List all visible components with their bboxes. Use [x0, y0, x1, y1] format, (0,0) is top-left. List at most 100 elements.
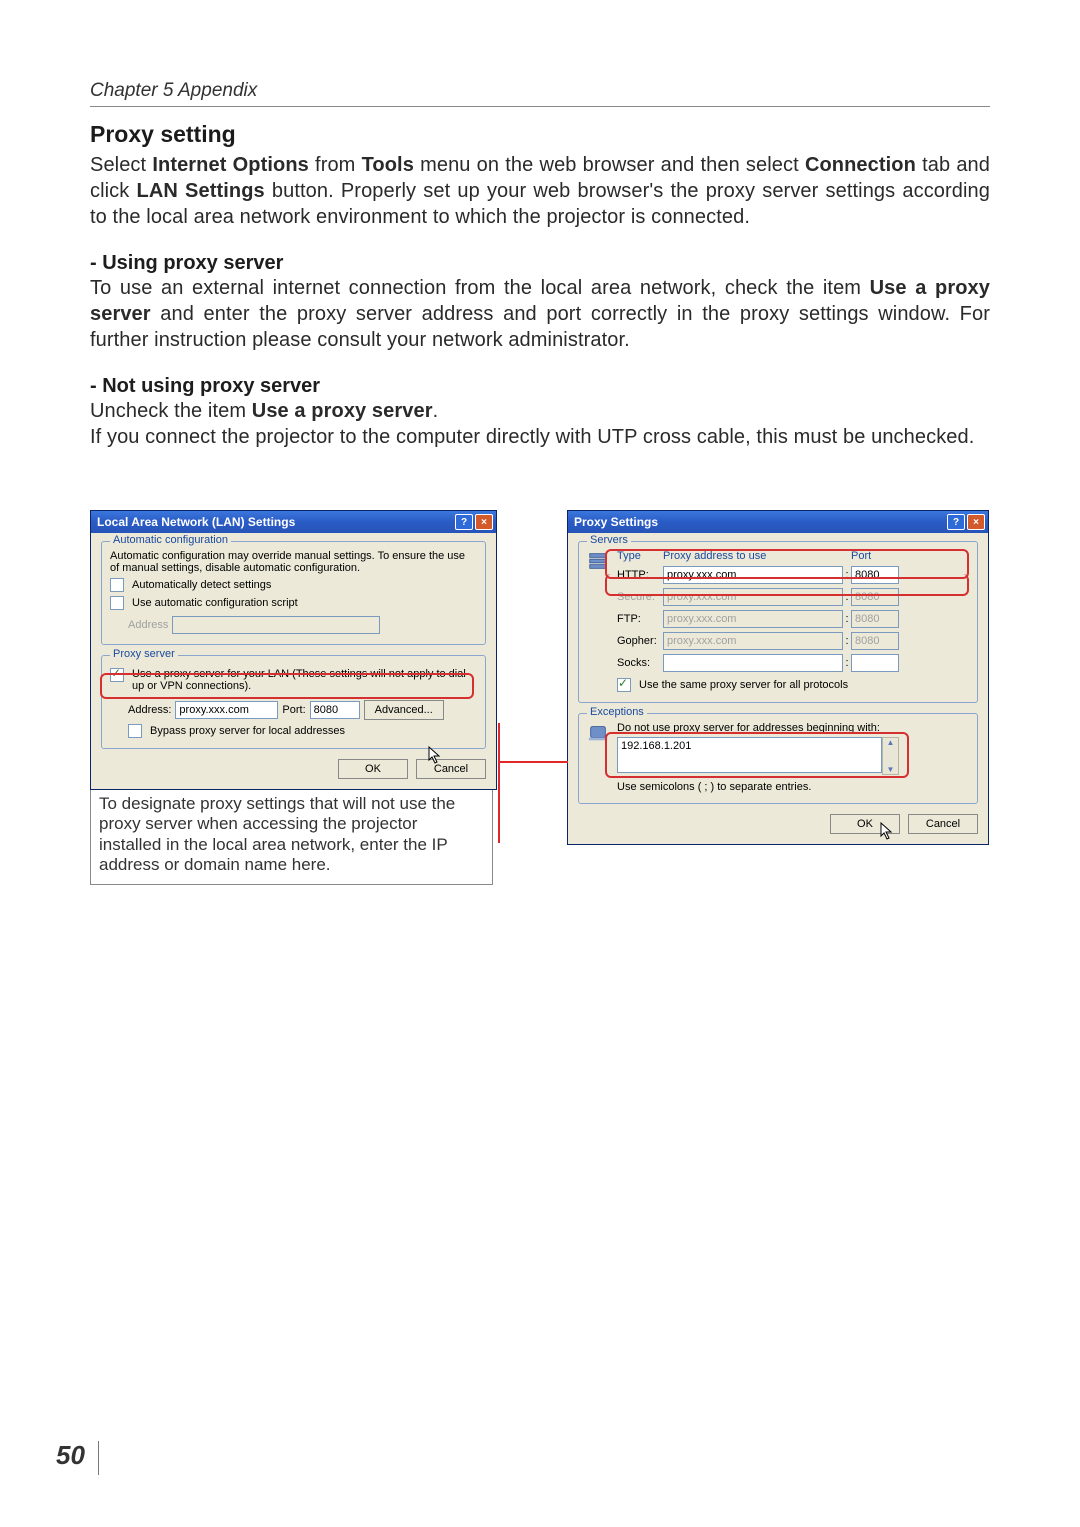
footnote: To designate proxy settings that will no…: [90, 790, 493, 885]
lan-titlebar: Local Area Network (LAN) Settings ? ×: [91, 511, 496, 533]
row-port[interactable]: [851, 654, 899, 672]
exceptions-icon: [587, 722, 609, 744]
lan-dialog-title: Local Area Network (LAN) Settings: [97, 515, 295, 529]
row-addr: [663, 588, 843, 606]
row-label: Socks:: [617, 657, 663, 669]
t: To use an external internet connection f…: [90, 277, 870, 299]
callout-connector: [498, 761, 568, 763]
lbl-bypass-local: Bypass proxy server for local addresses: [150, 725, 345, 737]
row-addr: [663, 632, 843, 650]
close-icon[interactable]: ×: [967, 514, 985, 530]
gb-legend: Exceptions: [587, 706, 647, 718]
section-title: Proxy setting: [90, 121, 990, 148]
page-number-bar: [98, 1441, 99, 1475]
checkbox-same-proxy[interactable]: [617, 678, 631, 692]
checkbox-use-proxy[interactable]: [110, 668, 124, 682]
row-port: [851, 632, 899, 650]
t: from: [309, 154, 362, 176]
sep: :: [843, 657, 851, 669]
row-label: HTTP:: [617, 569, 663, 581]
group-servers: Servers Type Proxy address to use Port H…: [578, 541, 978, 703]
title-buttons: ? ×: [947, 514, 985, 530]
t: Uncheck the item: [90, 400, 252, 422]
t: Use a proxy server: [252, 400, 433, 422]
using-text: To use an external internet connection f…: [90, 275, 990, 353]
help-icon[interactable]: ?: [947, 514, 965, 530]
head-addr: Proxy address to use: [663, 550, 843, 562]
notusing-text: If you connect the projector to the comp…: [90, 424, 990, 450]
ok-button[interactable]: OK: [338, 759, 408, 779]
row-label: FTP:: [617, 613, 663, 625]
exceptions-input[interactable]: 192.168.1.201: [617, 737, 882, 773]
section-intro: Select Internet Options from Tools menu …: [90, 152, 990, 230]
input-script-address: [172, 616, 380, 634]
row-port: [851, 588, 899, 606]
checkbox-auto-script[interactable]: [110, 596, 124, 610]
head-port: Port: [851, 550, 897, 562]
cancel-button[interactable]: Cancel: [908, 814, 978, 834]
document-page: Chapter 5 Appendix Proxy setting Select …: [0, 0, 1080, 1527]
proxy-body: Servers Type Proxy address to use Port H…: [568, 533, 988, 844]
sep: :: [843, 613, 851, 625]
lbl-same-proxy: Use the same proxy server for all protoc…: [639, 679, 848, 691]
advanced-button[interactable]: Advanced...: [364, 700, 444, 720]
subhead-notusing: - Not using proxy server: [90, 375, 990, 398]
row-port: [851, 610, 899, 628]
lbl-address: Address:: [128, 704, 171, 716]
t: Internet Options: [152, 154, 309, 176]
checkbox-auto-detect[interactable]: [110, 578, 124, 592]
servers-icon: [587, 550, 609, 572]
lbl-script-address: Address: [128, 619, 168, 631]
t: .: [433, 400, 439, 422]
row-label: Gopher:: [617, 635, 663, 647]
lan-settings-dialog: Local Area Network (LAN) Settings ? × Au…: [90, 510, 497, 790]
group-automatic-configuration: Automatic configuration Automatic config…: [101, 541, 486, 645]
sep: :: [843, 635, 851, 647]
proxy-buttons: OK Cancel: [578, 814, 978, 834]
proxy-dialog-title: Proxy Settings: [574, 515, 658, 529]
lan-body: Automatic configuration Automatic config…: [91, 533, 496, 789]
row-label: Secure:: [617, 591, 663, 603]
t: Tools: [362, 154, 414, 176]
t: Select: [90, 154, 152, 176]
chapter-title: Chapter 5 Appendix: [90, 80, 990, 107]
t: and enter the proxy server address and p…: [90, 303, 990, 351]
row-addr[interactable]: [663, 566, 843, 584]
t: Connection: [805, 154, 916, 176]
exceptions-hint: Use semicolons ( ; ) to separate entries…: [617, 781, 969, 793]
lan-buttons: OK Cancel: [101, 759, 486, 779]
scrollbar[interactable]: ▲▼: [882, 737, 899, 775]
exceptions-desc: Do not use proxy server for addresses be…: [617, 722, 969, 734]
gb-legend: Proxy server: [110, 648, 178, 660]
proxy-table: Type Proxy address to use Port HTTP: : S…: [617, 550, 897, 672]
subhead-using: - Using proxy server: [90, 252, 990, 275]
callout-connector: [498, 723, 500, 843]
sep: :: [843, 569, 851, 581]
gb-legend: Servers: [587, 534, 631, 546]
input-proxy-address[interactable]: [175, 701, 278, 719]
row-port[interactable]: [851, 566, 899, 584]
sep: :: [843, 591, 851, 603]
input-proxy-port[interactable]: [310, 701, 360, 719]
row-addr: [663, 610, 843, 628]
proxy-titlebar: Proxy Settings ? ×: [568, 511, 988, 533]
group-proxy-server: Proxy server Use a proxy server for your…: [101, 655, 486, 749]
group-exceptions: Exceptions Do not use proxy server for a…: [578, 713, 978, 804]
cancel-button[interactable]: Cancel: [416, 759, 486, 779]
lbl-auto-script: Use automatic configuration script: [132, 597, 298, 609]
lan-column: Local Area Network (LAN) Settings ? × Au…: [90, 510, 497, 885]
checkbox-bypass-local[interactable]: [128, 724, 142, 738]
t: menu on the web browser and then select: [414, 154, 805, 176]
close-icon[interactable]: ×: [475, 514, 493, 530]
gb-legend: Automatic configuration: [110, 534, 231, 546]
ok-button[interactable]: OK: [830, 814, 900, 834]
title-buttons: ? ×: [455, 514, 493, 530]
row-addr[interactable]: [663, 654, 843, 672]
notusing-line1: Uncheck the item Use a proxy server.: [90, 398, 990, 424]
dialogs-row: Local Area Network (LAN) Settings ? × Au…: [90, 510, 990, 885]
lbl-use-proxy: Use a proxy server for your LAN (These s…: [132, 668, 477, 692]
head-type: Type: [617, 550, 663, 562]
lbl-port: Port:: [282, 704, 305, 716]
lbl-auto-detect: Automatically detect settings: [132, 579, 271, 591]
help-icon[interactable]: ?: [455, 514, 473, 530]
